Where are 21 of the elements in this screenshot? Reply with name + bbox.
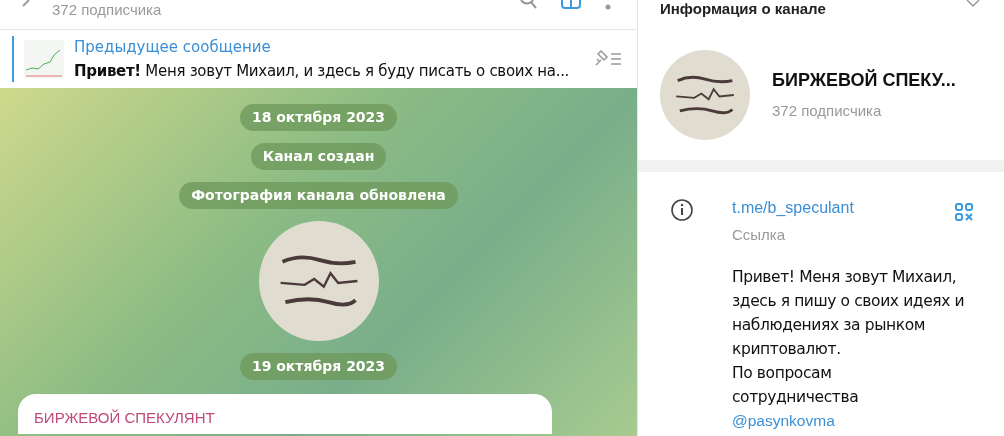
service-message: Канал создан (250, 143, 387, 170)
message-author: БИРЖЕВОЙ СПЕКУЛЯНТ (34, 409, 215, 426)
info-icon (670, 198, 694, 222)
channel-name: БИРЖЕВОЙ СПЕКУ... (772, 68, 956, 93)
channel-subscribers: 372 подписчика (772, 101, 883, 122)
mention-link[interactable]: @pasynkovma (732, 408, 974, 433)
close-icon[interactable] (966, 0, 982, 8)
panel-title: Информация о канале (660, 0, 826, 18)
qr-code-icon[interactable] (954, 202, 974, 222)
link-label: Ссылка (732, 225, 787, 245)
search-icon[interactable] (519, 0, 537, 10)
chart-thumbnail (24, 40, 64, 78)
channel-description: Привет! Меня зовут Михаил, здесь я пишу о своих идеях и наблюдениях за рынком криптовалют. По вопросам сотрудничества (732, 266, 966, 408)
service-message: 18 октября 2023 (239, 104, 398, 131)
subscriber-count: 372 подписчика (52, 0, 162, 20)
channel-link[interactable]: t.me/b_speculant (732, 196, 854, 220)
sidebar-toggle-icon[interactable] (561, 0, 581, 10)
pinned-title: Предыдущее сообщение (74, 36, 272, 58)
service-message: Фотография канала обновлена (179, 182, 458, 209)
pinned-text: Привет! Меня зовут Михаил, и здесь я буду писать о своих на... (74, 61, 571, 82)
service-message: 19 октября 2023 (239, 353, 398, 380)
